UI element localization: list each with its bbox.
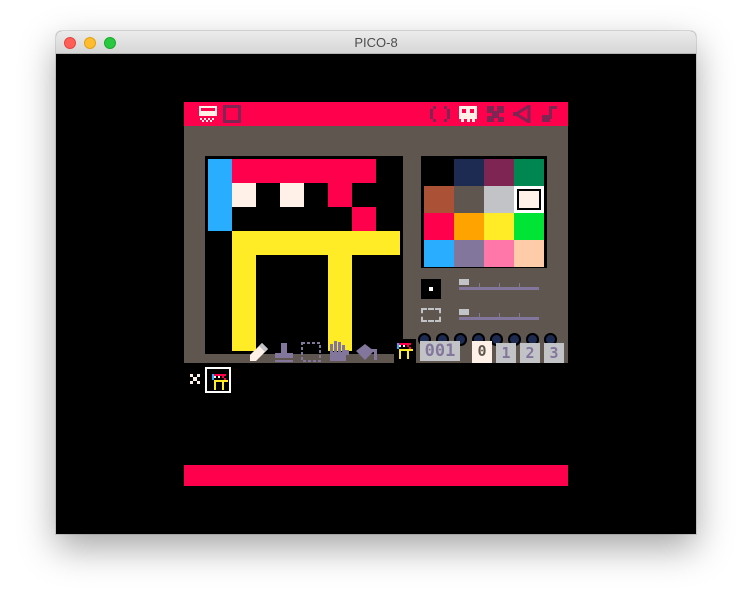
bucket-icon[interactable] (353, 341, 379, 363)
sprite-pixel (226, 380, 228, 382)
sprite-pixel (304, 159, 328, 183)
app-window: PICO-8 001 0 1 2 3 (56, 31, 696, 534)
sprite-pixel (218, 376, 220, 378)
sprite-pixel (222, 388, 224, 390)
sprite-pixel (328, 231, 352, 255)
sprite-pixel (232, 303, 256, 327)
palette-swatch-8[interactable] (424, 213, 454, 240)
sprite-face-icon[interactable] (458, 105, 478, 123)
sprite-canvas[interactable] (205, 156, 403, 354)
color-palette (421, 156, 547, 268)
sprite-pixel (328, 183, 352, 207)
sprite-pixel (208, 183, 232, 207)
sprite-pixel (232, 231, 256, 255)
sprite-pixel (409, 343, 411, 345)
slider-tick (499, 283, 500, 290)
sprite-pixel (280, 231, 304, 255)
sprite-pixel (352, 207, 376, 231)
sprite-tab-3[interactable]: 3 (544, 343, 564, 363)
pico8-screen: 001 0 1 2 3 (56, 54, 696, 534)
editor-bottom-bar (184, 465, 568, 486)
sprite-pixel (328, 303, 352, 327)
pencil-icon[interactable] (248, 341, 270, 363)
palette-swatch-14[interactable] (484, 240, 514, 267)
square-outline-icon[interactable] (223, 105, 241, 123)
palette-swatch-7[interactable] (514, 186, 544, 213)
slider-tick (519, 283, 520, 290)
sprite-pixel (214, 376, 216, 378)
palette-swatch-4[interactable] (424, 186, 454, 213)
dashed-select-icon[interactable] (300, 341, 322, 363)
sprite-pixel (208, 159, 232, 183)
sprite-pixel (328, 159, 352, 183)
sprite-pixel (352, 159, 376, 183)
palette-swatch-6[interactable] (484, 186, 514, 213)
title-bar[interactable]: PICO-8 (56, 31, 696, 54)
palette-swatch-5[interactable] (454, 186, 484, 213)
current-sprite-thumbnail (394, 339, 416, 363)
palette-swatch-2[interactable] (484, 159, 514, 186)
zoom-slider[interactable] (459, 309, 539, 321)
sprite-pixel (280, 159, 304, 183)
sprite-editor: 001 0 1 2 3 (184, 102, 568, 486)
palette-swatch-15[interactable] (514, 240, 544, 267)
music-note-icon[interactable] (539, 105, 559, 123)
code-braces-icon[interactable] (429, 105, 451, 123)
sprite-pixel (232, 279, 256, 303)
palette-swatch-11[interactable] (514, 213, 544, 240)
sprite-pixel (328, 279, 352, 303)
slider-tick (519, 313, 520, 320)
slider-tick (499, 313, 500, 320)
editor-panel (184, 126, 568, 363)
sprite-pixel (232, 255, 256, 279)
sprite-pixel (376, 231, 400, 255)
sprite-pixel (232, 159, 256, 183)
sprite-pixel (232, 183, 256, 207)
sprite-pixel (304, 231, 328, 255)
sprite-pixel (214, 388, 216, 390)
sprite-pixel (208, 207, 232, 231)
sprite-tab-1[interactable]: 1 (496, 343, 516, 363)
sprite-pixel (399, 357, 401, 359)
palette-swatch-10[interactable] (484, 213, 514, 240)
hand-icon[interactable] (326, 340, 350, 363)
slider-knob[interactable] (459, 309, 469, 315)
sprite-tab-2[interactable]: 2 (520, 343, 540, 363)
sprite-pixel (407, 357, 409, 359)
brush-size-slider[interactable] (459, 279, 539, 291)
palette-swatch-12[interactable] (424, 240, 454, 267)
sprite-sheet[interactable] (184, 365, 568, 395)
editor-top-bar (184, 102, 568, 126)
palette-swatch-3[interactable] (514, 159, 544, 186)
empty-sprite-x-icon[interactable] (188, 372, 202, 386)
slider-knob[interactable] (459, 279, 469, 285)
sprite-pixel (280, 183, 304, 207)
sprite-number[interactable]: 001 (420, 341, 460, 361)
slider-tick (479, 313, 480, 320)
sprite-pixel (256, 231, 280, 255)
palette-swatch-1[interactable] (454, 159, 484, 186)
sprite-tab-0[interactable]: 0 (472, 341, 492, 363)
palette-swatch-9[interactable] (454, 213, 484, 240)
map-grid-icon[interactable] (486, 105, 506, 123)
sprite-pixel (403, 345, 405, 347)
window-title: PICO-8 (354, 35, 398, 50)
palette-swatch-0[interactable] (424, 159, 454, 186)
slider-tick (479, 283, 480, 290)
zoom-select-icon (421, 308, 441, 322)
palette-swatch-13[interactable] (454, 240, 484, 267)
stamp-icon[interactable] (273, 341, 295, 363)
sprite-pixel (224, 374, 226, 376)
screen-icon[interactable] (198, 105, 218, 123)
selected-sprite-slot[interactable] (205, 367, 231, 393)
brush-size-preview (421, 279, 441, 299)
speaker-icon[interactable] (512, 105, 532, 123)
sprite-pixel (352, 231, 376, 255)
sprite-pixel (399, 345, 401, 347)
sprite-pixel (256, 159, 280, 183)
brush-dot (429, 287, 433, 291)
sprite-pixel (328, 255, 352, 279)
sprite-pixel (411, 349, 413, 351)
